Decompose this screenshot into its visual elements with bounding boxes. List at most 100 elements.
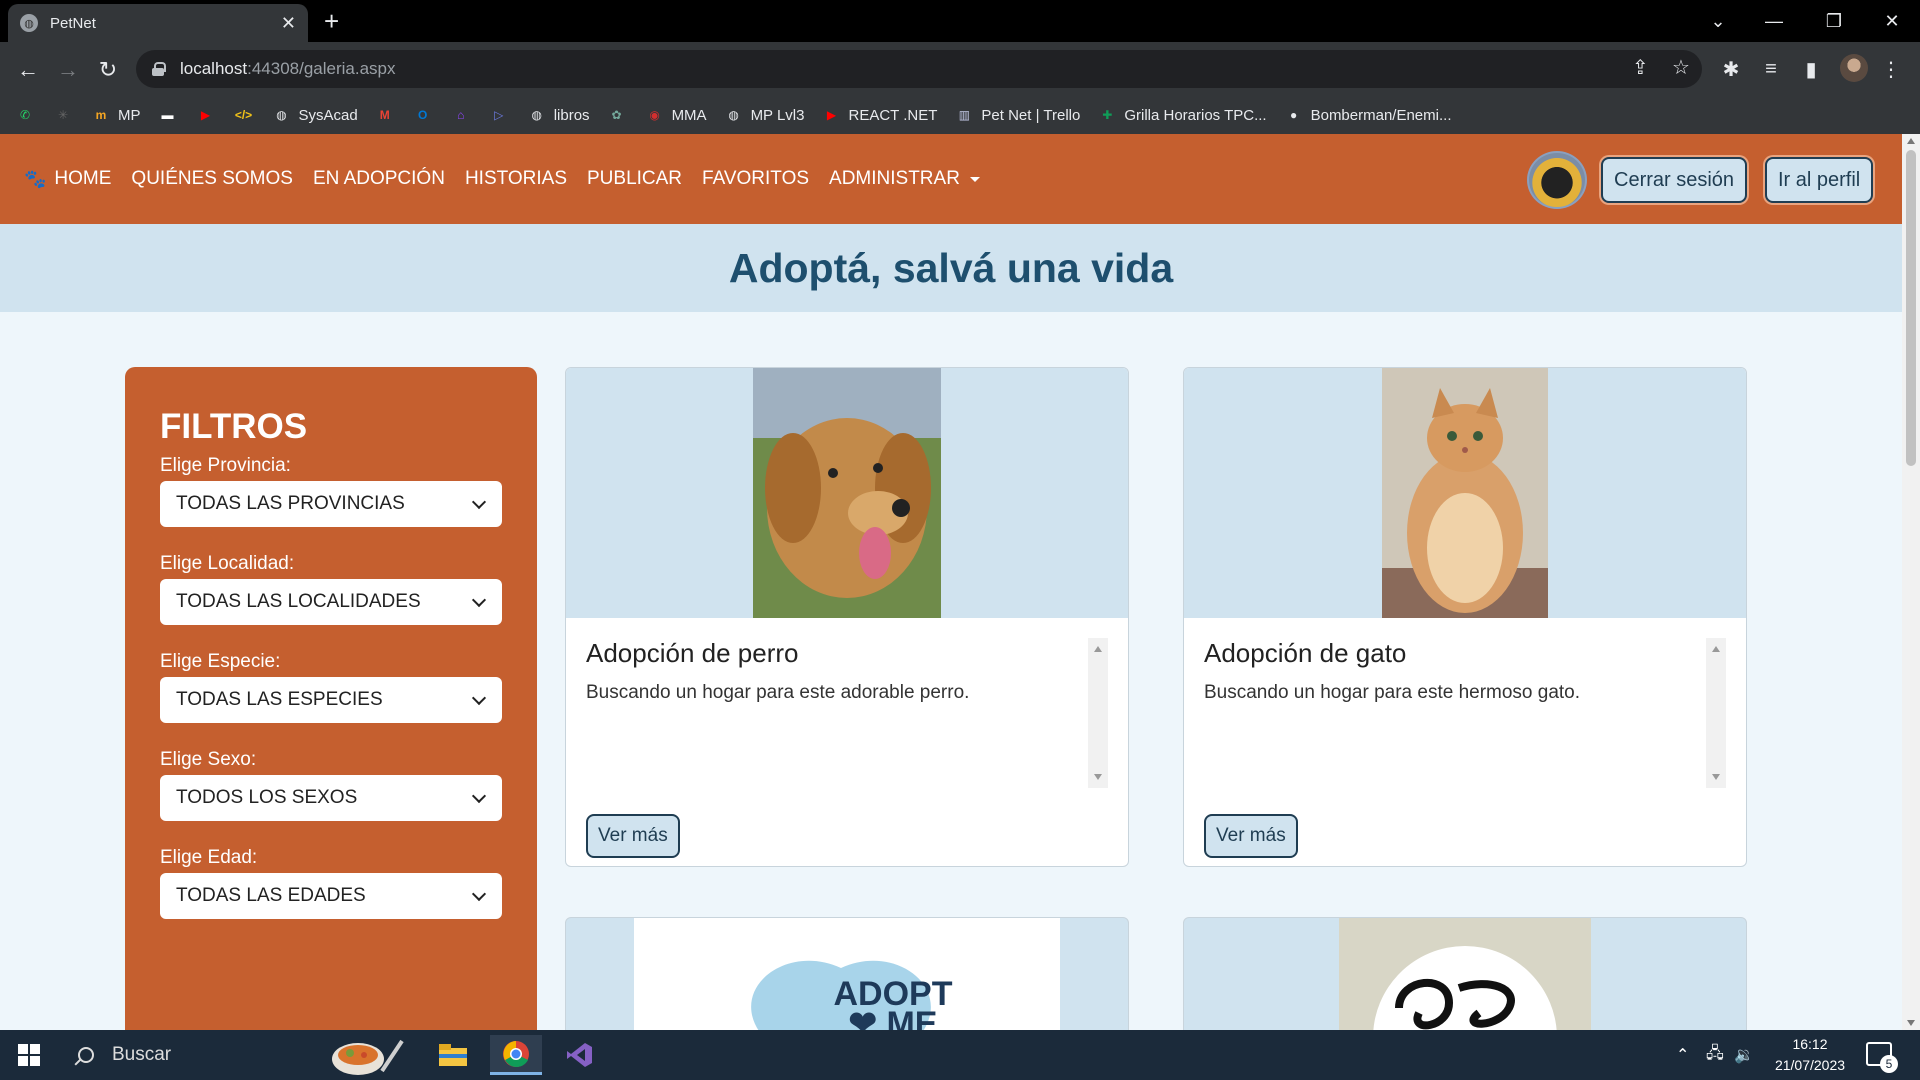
dash-icon: ▬ <box>161 108 174 122</box>
windows-start-icon[interactable] <box>18 1044 40 1066</box>
extensions-icon[interactable]: ✱ <box>1716 54 1746 84</box>
user-avatar[interactable] <box>1527 151 1587 209</box>
restore-icon[interactable]: ❐ <box>1806 0 1862 42</box>
bookmark-item[interactable]: ▶ REACT .NET <box>822 106 938 124</box>
bookmark-item[interactable]: M <box>376 106 402 124</box>
nav-favoritos[interactable]: FAVORITOS <box>702 168 809 190</box>
bookmark-item[interactable]: ⌂ <box>452 106 478 124</box>
globe-icon: ◍ <box>20 14 38 32</box>
bookmark-label: SysAcad <box>298 106 358 124</box>
scroll-thumb[interactable] <box>1906 150 1916 466</box>
card-scrollbar[interactable] <box>1706 638 1726 788</box>
bookmark-item[interactable]: ◍ MP Lvl3 <box>725 106 804 124</box>
bookmark-item[interactable]: ▷ <box>490 106 516 124</box>
bookmark-star-icon[interactable]: ☆ <box>1672 55 1690 80</box>
adopt-me-logo: ADOPT ❤ ME <box>634 918 1060 1031</box>
chevron-up-icon[interactable]: ⌃ <box>1676 1030 1689 1080</box>
edad-select[interactable]: TODAS LAS EDADES <box>160 873 502 919</box>
dog-photo <box>753 368 941 618</box>
chevron-down-icon <box>471 886 487 901</box>
nav-administrar[interactable]: ADMINISTRAR <box>829 168 980 190</box>
bookmark-item[interactable]: </> <box>235 106 261 124</box>
bookmark-item[interactable]: ◍ libros <box>528 106 589 124</box>
page-scrollbar[interactable] <box>1902 134 1920 1030</box>
tab-search-icon[interactable]: ⌄ <box>1690 0 1746 42</box>
nav-en-adopcion[interactable]: EN ADOPCIÓN <box>313 168 445 190</box>
card-scrollbar[interactable] <box>1088 638 1108 788</box>
bookmark-item[interactable]: O <box>414 106 440 124</box>
bookmark-item[interactable]: ▶ <box>197 106 223 124</box>
bookmark-item[interactable]: ◍ SysAcad <box>273 106 358 124</box>
svg-text:❤ ME: ❤ ME <box>849 1005 938 1031</box>
new-tab-icon[interactable]: + <box>324 8 339 34</box>
pet-logo-image <box>1339 918 1591 1031</box>
forward-icon[interactable]: → <box>54 56 82 84</box>
asterisk-icon: ✳ <box>57 108 69 122</box>
url-host: localhost <box>180 59 248 78</box>
profile-avatar[interactable] <box>1840 54 1868 82</box>
edad-label: Elige Edad: <box>160 847 258 868</box>
bookmark-item[interactable]: ▥ Pet Net | Trello <box>955 106 1081 124</box>
bookmark-item[interactable]: ✳ <box>54 106 80 124</box>
network-icon[interactable]: 🖧 <box>1706 1030 1724 1080</box>
localidad-label: Elige Localidad: <box>160 553 295 574</box>
clock-date: 21/07/2023 <box>1774 1057 1846 1073</box>
ufc-icon: ◉ <box>649 108 660 122</box>
search-highlight-icon[interactable] <box>330 1033 414 1077</box>
file-explorer-icon[interactable] <box>427 1035 479 1075</box>
ver-mas-button[interactable]: Ver más <box>1204 814 1298 858</box>
sexo-label: Elige Sexo: <box>160 749 257 770</box>
bookmark-item[interactable]: ✿ <box>608 106 634 124</box>
nav-home[interactable]: 🐾 HOME <box>24 168 111 190</box>
page-title: Adoptá, salvá una vida <box>728 244 1174 291</box>
pet-card: ADOPT ❤ ME <box>565 917 1129 1037</box>
bookmark-item[interactable]: ◉ MMA <box>646 106 706 124</box>
share-icon[interactable]: ⇪ <box>1632 55 1649 80</box>
scroll-down-icon[interactable] <box>1907 1020 1915 1026</box>
pet-card: Adopción de perro Buscando un hogar para… <box>565 367 1129 867</box>
url-path: :44308/galeria.aspx <box>247 59 396 78</box>
outlook-icon: O <box>418 108 428 122</box>
sexo-select[interactable]: TODOS LOS SEXOS <box>160 775 502 821</box>
bookmark-item[interactable]: ✚ Grilla Horarios TPC... <box>1098 106 1266 124</box>
side-panel-icon[interactable]: ▮ <box>1796 54 1826 84</box>
minimize-icon[interactable]: — <box>1746 0 1802 42</box>
nav-publicar[interactable]: PUBLICAR <box>587 168 682 190</box>
bookmark-item[interactable]: ● Bomberman/Enemi... <box>1285 106 1452 124</box>
chrome-icon[interactable] <box>490 1035 542 1075</box>
address-bar[interactable]: localhost:44308/galeria.aspx <box>136 50 1702 88</box>
provincia-select[interactable]: TODAS LAS PROVINCIAS <box>160 481 502 527</box>
logout-button[interactable]: Cerrar sesión <box>1601 157 1748 203</box>
chatgpt-icon: ✿ <box>611 108 622 122</box>
bookmark-item[interactable]: m MP <box>92 106 141 124</box>
bookmark-item[interactable]: ✆ <box>16 106 42 124</box>
cat-photo <box>1382 368 1548 618</box>
reload-icon[interactable]: ↻ <box>94 56 122 84</box>
chevron-down-icon <box>471 592 487 607</box>
media-icon[interactable]: ≡ <box>1756 54 1786 84</box>
back-icon[interactable]: ← <box>14 56 42 84</box>
volume-icon[interactable]: 🔉 <box>1734 1030 1754 1080</box>
nav-quienes-somos[interactable]: QUIÉNES SOMOS <box>131 168 293 190</box>
notifications-icon[interactable]: 5 <box>1866 1042 1898 1073</box>
browser-tab[interactable]: ◍ PetNet ✕ <box>8 4 308 42</box>
card-text: Buscando un hogar para este adorable per… <box>586 682 970 703</box>
localidad-value: TODAS LAS LOCALIDADES <box>176 591 421 612</box>
localidad-select[interactable]: TODAS LAS LOCALIDADES <box>160 579 502 625</box>
notification-count: 5 <box>1880 1055 1898 1073</box>
bookmark-item[interactable]: ▬ <box>159 106 185 124</box>
twitch-icon: ⌂ <box>457 108 465 122</box>
paw-icon: 🐾 <box>24 168 47 189</box>
nav-historias[interactable]: HISTORIAS <box>465 168 567 190</box>
especie-select[interactable]: TODAS LAS ESPECIES <box>160 677 502 723</box>
scroll-up-icon[interactable] <box>1907 138 1915 144</box>
taskbar-clock[interactable]: 16:12 21/07/2023 <box>1760 1034 1860 1076</box>
close-tab-icon[interactable]: ✕ <box>281 13 296 34</box>
github-icon: ● <box>1289 108 1298 122</box>
visual-studio-icon[interactable] <box>553 1035 605 1075</box>
profile-button[interactable]: Ir al perfil <box>1765 157 1874 203</box>
menu-icon[interactable]: ⋮ <box>1876 54 1906 84</box>
ver-mas-button[interactable]: Ver más <box>586 814 680 858</box>
close-window-icon[interactable]: ✕ <box>1864 0 1920 42</box>
filters-title: FILTROS <box>160 407 308 446</box>
